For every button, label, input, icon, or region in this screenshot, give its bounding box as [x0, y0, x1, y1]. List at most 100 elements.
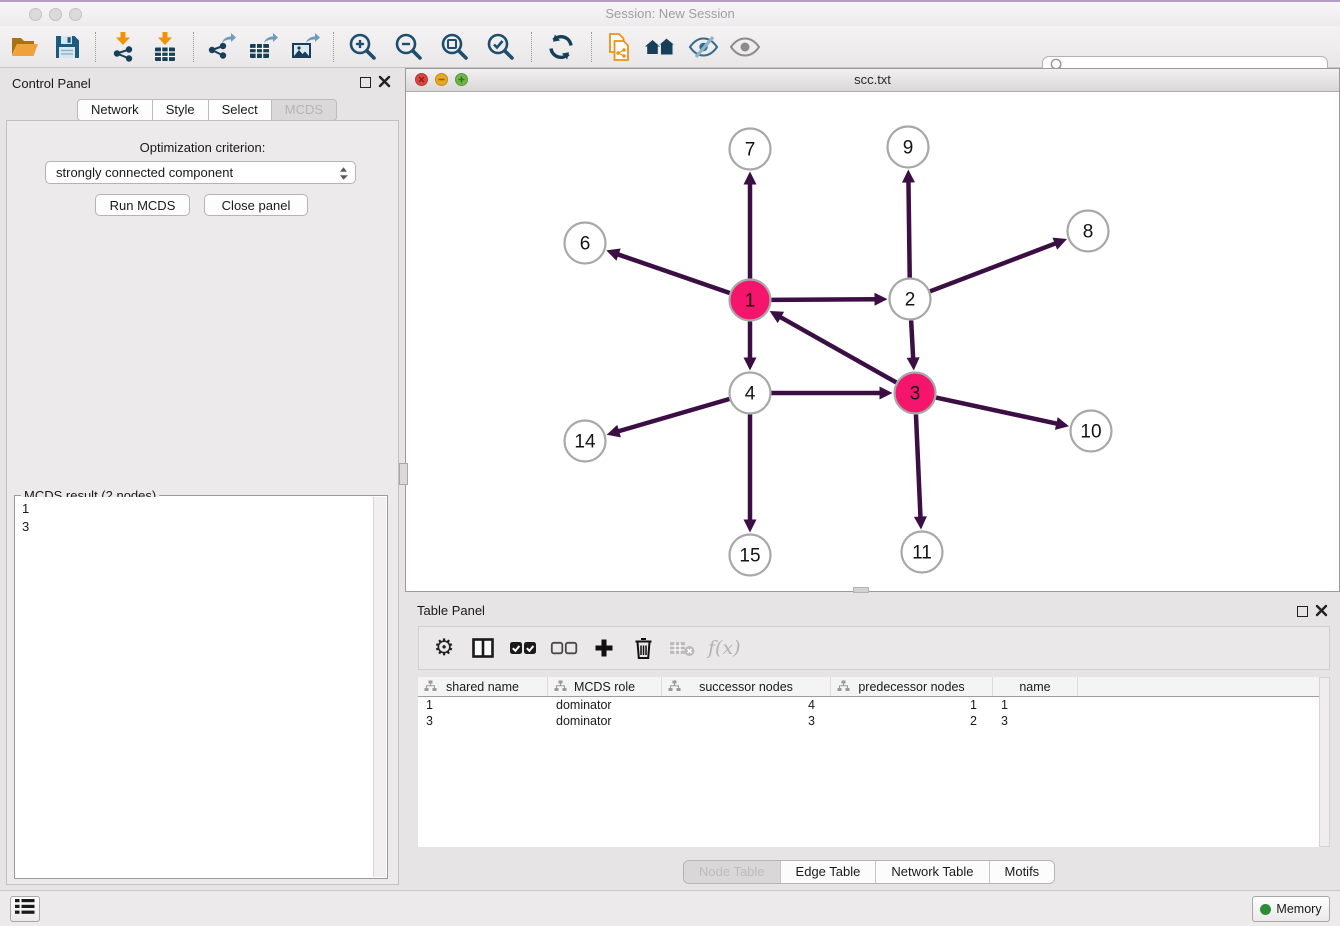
import-table-button[interactable]: [148, 29, 182, 65]
criterion-dropdown[interactable]: strongly connected component: [45, 161, 356, 184]
node-table-header: shared name MCDS rolesuccessor nodesprede…: [418, 677, 1319, 697]
zoom-out-button[interactable]: [390, 29, 428, 65]
graph-edge-2-9[interactable]: [902, 169, 915, 277]
tab-edge-table[interactable]: Edge Table: [780, 861, 876, 883]
table-cell: 1: [418, 697, 548, 713]
delete-columns-button[interactable]: [630, 630, 656, 666]
svg-text:7: 7: [745, 140, 756, 161]
svg-text:8: 8: [1083, 222, 1094, 243]
control-panel-close-icon[interactable]: [378, 75, 391, 88]
column-header-predecessor-nodes[interactable]: predecessor nodes: [831, 677, 993, 696]
graph-node-2[interactable]: 2: [890, 279, 931, 320]
graph-node-14[interactable]: 14: [565, 421, 606, 462]
network-window-titlebar: scc.txt: [406, 69, 1339, 92]
refresh-button[interactable]: [542, 29, 580, 65]
table-cell: 3: [662, 713, 831, 729]
table-panel-close-icon[interactable]: [1315, 604, 1328, 617]
graph-node-4[interactable]: 4: [730, 373, 771, 414]
graph-node-6[interactable]: 6: [565, 223, 606, 264]
graph-node-1[interactable]: 1: [730, 280, 771, 321]
task-history-button[interactable]: [10, 896, 40, 922]
column-header-shared-name[interactable]: shared name: [418, 677, 548, 696]
add-column-button[interactable]: [591, 630, 617, 666]
column-header-name[interactable]: name: [993, 677, 1078, 696]
home-button[interactable]: [644, 29, 678, 65]
trash-icon: [634, 637, 653, 659]
toggle-panel-layout-button[interactable]: [470, 630, 496, 666]
network-graph: 1 2 3 4 6 7 8 9 10 11 14 15: [406, 92, 1339, 592]
tab-style[interactable]: Style: [152, 99, 209, 121]
export-network-button[interactable]: [204, 29, 238, 65]
zoom-out-icon: [393, 31, 425, 63]
column-settings-button[interactable]: ⚙: [431, 630, 457, 666]
panel-splitter-handle[interactable]: [399, 463, 408, 485]
zoom-fit-button[interactable]: [436, 29, 474, 65]
close-panel-button[interactable]: Close panel: [204, 194, 308, 216]
result-line: 3: [22, 518, 374, 536]
control-panel-float-icon[interactable]: [360, 77, 371, 88]
export-table-button[interactable]: [246, 29, 280, 65]
network-canvas[interactable]: 1 2 3 4 6 7 8 9 10 11 14 15: [406, 92, 1339, 591]
graph-node-9[interactable]: 9: [888, 127, 929, 168]
graph-node-8[interactable]: 8: [1068, 211, 1109, 252]
control-panel: Control Panel NetworkStyleSelectMCDS Opt…: [0, 68, 405, 892]
table-panel-float-icon[interactable]: [1297, 606, 1308, 617]
graph-node-10[interactable]: 10: [1071, 411, 1112, 452]
open-session-button[interactable]: [8, 29, 42, 65]
graph-edge-4-15[interactable]: [744, 415, 757, 533]
network-resize-grip[interactable]: [853, 587, 869, 593]
graph-edge-3-11[interactable]: [914, 414, 927, 529]
tab-select[interactable]: Select: [208, 99, 272, 121]
hide-selected-button[interactable]: [686, 29, 720, 65]
graph-edge-3-1[interactable]: [770, 311, 897, 382]
show-hidden-button[interactable]: [728, 29, 762, 65]
graph-edge-1-2[interactable]: [771, 293, 887, 306]
import-table-icon: [152, 32, 178, 62]
memory-status-icon: [1260, 904, 1271, 915]
tab-node-table[interactable]: Node Table: [684, 861, 780, 883]
run-mcds-button[interactable]: Run MCDS: [95, 194, 190, 216]
table-toolbar: ⚙f(x): [418, 626, 1330, 670]
deselect-all-columns-button[interactable]: [550, 630, 578, 666]
export-image-button[interactable]: [288, 29, 322, 65]
graph-edge-4-14[interactable]: [607, 399, 730, 437]
graph-node-15[interactable]: 15: [730, 535, 771, 576]
tab-mcds[interactable]: MCDS: [271, 99, 337, 121]
tab-motifs[interactable]: Motifs: [989, 861, 1055, 883]
export-table-icon: [248, 33, 279, 61]
eye-slash-icon: [687, 35, 719, 59]
graph-edge-4-3[interactable]: [772, 387, 893, 400]
hierarchy-icon: [837, 680, 850, 695]
graph-edge-2-8[interactable]: [930, 238, 1067, 292]
import-network-button[interactable]: [106, 29, 140, 65]
graph-node-7[interactable]: 7: [730, 129, 771, 170]
save-session-button[interactable]: [50, 29, 84, 65]
check-pair-icon: [509, 641, 537, 655]
table-row[interactable]: 3dominator323: [418, 713, 1319, 729]
memory-button[interactable]: Memory: [1252, 896, 1330, 922]
tab-network-table[interactable]: Network Table: [875, 861, 988, 883]
table-row[interactable]: 1dominator411: [418, 697, 1319, 713]
select-all-columns-button[interactable]: [509, 630, 537, 666]
graph-edge-1-6[interactable]: [606, 248, 729, 293]
column-label: name: [1019, 680, 1050, 694]
graph-node-11[interactable]: 11: [902, 532, 943, 573]
graph-edge-3-10[interactable]: [936, 398, 1069, 430]
mcds-result-scrollbar[interactable]: [373, 497, 386, 877]
tab-network[interactable]: Network: [77, 99, 153, 121]
network-window-title: scc.txt: [406, 72, 1339, 87]
graph-node-3[interactable]: 3: [895, 373, 936, 414]
column-header-mcds-role[interactable]: MCDS role: [548, 677, 662, 696]
graph-edge-2-3[interactable]: [907, 320, 920, 370]
zoom-selected-button[interactable]: [482, 29, 520, 65]
svg-text:14: 14: [574, 432, 596, 453]
new-network-from-selection-button[interactable]: [602, 29, 636, 65]
zoom-in-button[interactable]: [344, 29, 382, 65]
graph-edge-1-7[interactable]: [744, 172, 757, 279]
list-icon: [14, 898, 36, 920]
graph-edge-1-4[interactable]: [744, 322, 757, 371]
column-header-successor-nodes[interactable]: successor nodes: [662, 677, 831, 696]
delete-table-button: [669, 630, 695, 666]
column-label: shared name: [446, 680, 519, 694]
table-scrollbar[interactable]: [1319, 677, 1330, 847]
